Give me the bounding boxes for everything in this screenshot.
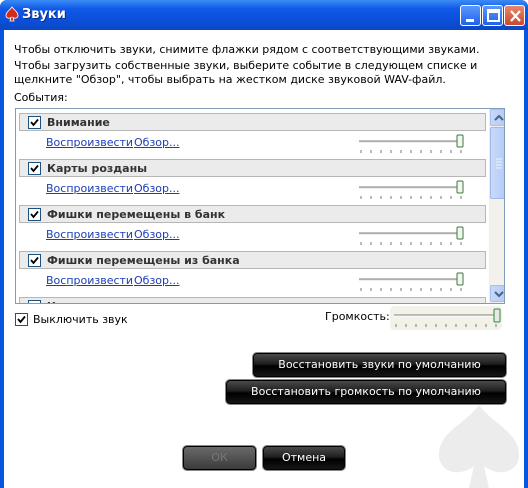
play-link[interactable]: Воспроизвести [46, 182, 133, 195]
minimize-button[interactable] [460, 5, 481, 26]
events-label: События: [14, 91, 68, 104]
event-volume-thumb [456, 180, 464, 194]
dialog-body: Чтобы отключить звуки, снимите флажки ря… [4, 30, 524, 488]
play-link[interactable]: Воспроизвести [46, 274, 133, 287]
instruction-line-1: Чтобы отключить звуки, снимите флажки ря… [14, 43, 480, 56]
event-header[interactable]: Фишки перемещены в банк [19, 205, 486, 223]
event-name: Карты розданы [47, 162, 148, 175]
event-row: Фишки перемещены из банка Воспроизвести Об… [19, 251, 486, 297]
events-list: Внимание Воспроизвести Обзор... Карты розда… [15, 108, 505, 304]
volume-thumb [493, 308, 501, 323]
browse-link[interactable]: Обзор... [134, 228, 180, 241]
play-link[interactable]: Воспроизвести [46, 136, 133, 149]
grip-icon [496, 158, 502, 169]
event-row: Карты розданы Воспроизвести Обзор... [19, 159, 486, 205]
event-name: Фишки перемещены в банк [47, 208, 226, 221]
checkmark-icon [30, 164, 39, 173]
checkmark-icon [37, 302, 38, 303]
volume-label: Громкость: [325, 310, 390, 323]
close-button[interactable] [504, 5, 525, 26]
event-controls: Воспроизвести Обзор... [19, 131, 486, 159]
window-title: Звуки [22, 7, 66, 22]
event-controls: Воспроизвести Обзор... [19, 223, 486, 251]
maximize-button[interactable] [482, 5, 503, 26]
scroll-down-button[interactable] [490, 285, 504, 302]
event-name: Внимание [47, 116, 110, 129]
spade-icon [5, 6, 19, 22]
checkmark-icon [30, 118, 39, 127]
browse-link[interactable]: Обзор... [134, 274, 180, 287]
event-volume-slider[interactable] [357, 133, 467, 155]
chevron-down-icon [494, 291, 504, 298]
event-header[interactable]: Карты розданы [19, 159, 486, 177]
event-controls: Воспроизвести Обзор... [19, 269, 486, 297]
events-scrollbar[interactable] [489, 109, 504, 303]
master-volume-slider[interactable] [390, 306, 502, 330]
event-enabled-checkbox[interactable] [28, 116, 41, 129]
event-row: Внимание Воспроизвести Обзор... [19, 113, 486, 159]
scroll-up-button[interactable] [490, 109, 504, 126]
event-volume-slider[interactable] [357, 225, 467, 247]
volume-slider-graphic [394, 308, 501, 327]
spade-watermark-icon [439, 405, 519, 488]
event-volume-slider[interactable] [357, 179, 467, 201]
mute-label: Выключить звук [33, 313, 128, 326]
mute-checkbox[interactable] [15, 313, 28, 326]
restore-sounds-button[interactable]: Восстановить звуки по умолчанию [253, 353, 506, 377]
event-row: ЧекВоспроизвестиОбзор... [19, 297, 486, 303]
cancel-button[interactable]: Отмена [263, 446, 345, 470]
event-volume-thumb [456, 134, 464, 148]
checkmark-icon [30, 256, 39, 265]
ok-button[interactable]: ОК [183, 446, 256, 470]
event-header[interactable]: Внимание [19, 113, 486, 131]
event-controls: Воспроизвести Обзор... [19, 177, 486, 205]
close-icon [510, 10, 521, 22]
title-bar[interactable]: Звуки [0, 0, 528, 30]
browse-link[interactable]: Обзор... [134, 182, 180, 195]
event-header[interactable]: Фишки перемещены из банка [19, 251, 486, 269]
instruction-line-2: Чтобы загрузить собственные звуки, выбер… [14, 59, 478, 86]
event-volume-thumb [456, 272, 464, 286]
event-name: Чек [47, 300, 71, 303]
browse-link[interactable]: Обзор... [134, 136, 180, 149]
event-enabled-checkbox[interactable] [28, 300, 41, 303]
minimize-icon [466, 19, 474, 22]
checkmark-icon [17, 315, 26, 324]
instructions: Чтобы отключить звуки, снимите флажки ря… [14, 43, 514, 89]
event-volume-slider[interactable] [357, 271, 467, 293]
checkmark-icon [30, 210, 39, 219]
event-name: Фишки перемещены из банка [47, 254, 240, 267]
event-enabled-checkbox[interactable] [28, 162, 41, 175]
play-link[interactable]: Воспроизвести [46, 228, 133, 241]
chevron-up-icon [494, 114, 504, 121]
event-enabled-checkbox[interactable] [28, 254, 41, 267]
scroll-thumb[interactable] [490, 127, 504, 199]
sounds-dialog: Звуки Чтобы отключить звуки, снимите фла… [0, 0, 528, 488]
event-header[interactable]: Чек [19, 297, 486, 303]
event-row: Фишки перемещены в банк Воспроизвести Обзо… [19, 205, 486, 251]
event-volume-thumb [456, 226, 464, 240]
maximize-icon [487, 9, 500, 22]
events-viewport: Внимание Воспроизвести Обзор... Карты розда… [16, 109, 489, 303]
event-enabled-checkbox[interactable] [28, 208, 41, 221]
